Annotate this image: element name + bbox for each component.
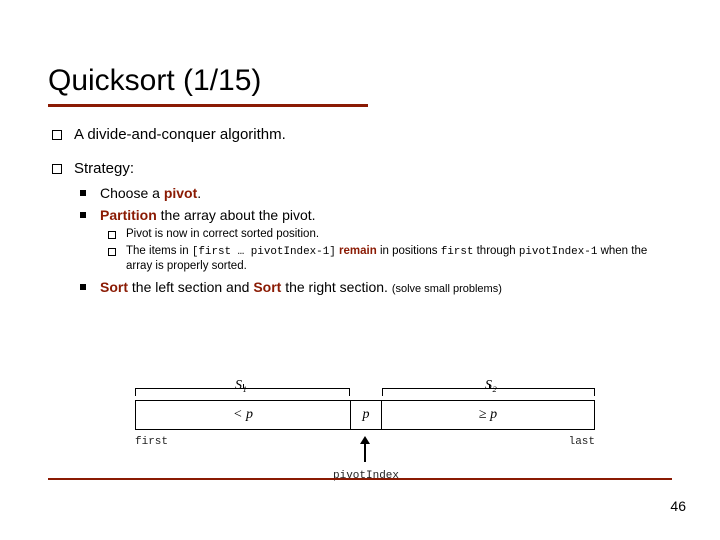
bullet-l2-partition: Partition the array about the pivot. Piv…	[74, 206, 672, 274]
slide: Quicksort (1/15) A divide-and-conquer al…	[0, 0, 720, 297]
text: in positions	[377, 245, 441, 257]
code-first: first	[441, 246, 474, 258]
page-number: 46	[670, 498, 686, 514]
keyword-sort-right: Sort	[253, 279, 281, 295]
text: the left section and	[128, 279, 253, 295]
keyword-pivot: pivot	[164, 185, 197, 201]
slide-title: Quicksort (1/15)	[48, 64, 672, 98]
text: through	[473, 245, 518, 257]
label-pivot-index: pivotIndex	[333, 470, 399, 482]
text: the array about the pivot.	[157, 207, 316, 223]
keyword-remain: remain	[336, 245, 377, 257]
keyword-partition: Partition	[100, 207, 157, 223]
bullet-l1-strategy: Strategy: Choose a pivot. Partition the …	[48, 159, 672, 297]
text: The items in	[126, 245, 192, 257]
partition-diagram: S₁ S₂ < p p ≥ p first last pivotIndex	[135, 378, 595, 500]
label-s2: S₂	[485, 378, 497, 394]
bullet-l3-items-remain: The items in [first … pivotIndex-1] rema…	[100, 244, 672, 274]
bullet-l2-sort-sections: Sort the left section and Sort the right…	[74, 278, 672, 297]
bullet-list: A divide-and-conquer algorithm. Strategy…	[48, 125, 672, 297]
bullet-l2-choose-pivot: Choose a pivot.	[74, 184, 672, 203]
title-underline	[48, 104, 368, 107]
code-range: [first … pivotIndex-1]	[192, 246, 336, 258]
text: Choose a	[100, 185, 164, 201]
code-pivotindex: pivotIndex-1	[519, 246, 598, 258]
bullet-l3-pivot-position: Pivot is now in correct sorted position.	[100, 227, 672, 242]
footer-rule	[48, 478, 672, 480]
label-last: last	[569, 436, 595, 448]
keyword-sort-left: Sort	[100, 279, 128, 295]
label-s1: S₁	[235, 378, 247, 394]
note-solve-small: (solve small problems)	[392, 283, 502, 295]
bullet-l1-divide-conquer: A divide-and-conquer algorithm.	[48, 125, 672, 145]
box-pivot: p	[350, 400, 382, 430]
bullet-text: Strategy:	[74, 160, 134, 177]
box-gte-p: ≥ p	[382, 400, 595, 430]
text: .	[197, 185, 201, 201]
text: the right section.	[281, 279, 392, 295]
label-first: first	[135, 436, 168, 448]
box-less-than-p: < p	[135, 400, 350, 430]
arrow-pivot-index	[364, 438, 366, 462]
